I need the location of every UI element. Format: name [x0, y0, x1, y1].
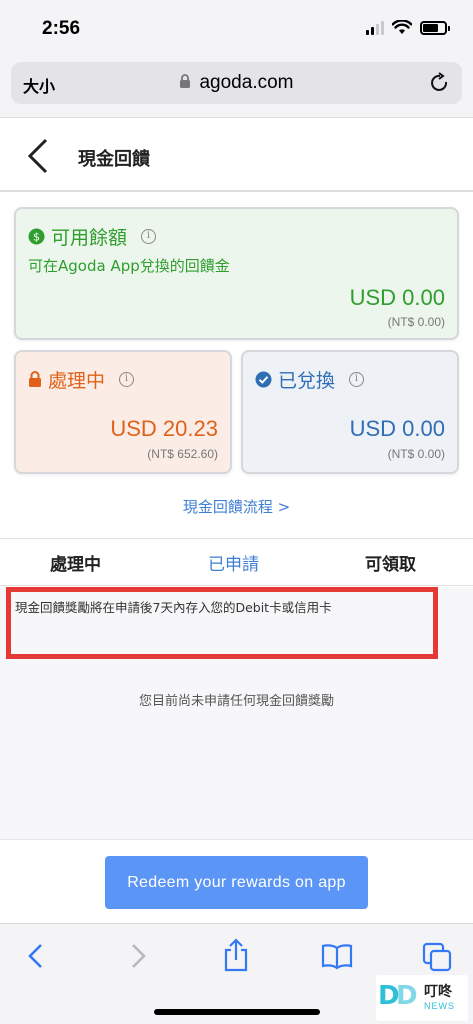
available-balance-local: (NT$ 0.00)	[387, 315, 445, 329]
status-time: 2:56	[42, 18, 81, 39]
available-balance-card: $ 可用餘額 i 可在Agoda App兌換的回饋金 USD 0.00 (NT$…	[14, 207, 459, 340]
redeemed-local: (NT$ 0.00)	[387, 447, 445, 461]
available-balance-header: $ 可用餘額 i	[28, 223, 157, 250]
redeemed-card: 已兌換 i USD 0.00 (NT$ 0.00)	[241, 350, 459, 474]
footer: Redeem your rewards on app	[0, 839, 473, 923]
tabs-icon[interactable]	[422, 942, 452, 972]
page-header: 現金回饋	[0, 118, 473, 192]
lock-icon	[180, 74, 191, 88]
status-icons	[366, 20, 450, 35]
info-icon[interactable]: i	[141, 229, 157, 244]
info-icon[interactable]: i	[349, 372, 365, 387]
processing-header: 處理中 i	[28, 366, 135, 393]
share-icon[interactable]	[223, 938, 249, 972]
processing-card: 處理中 i USD 20.23 (NT$ 652.60)	[14, 350, 232, 474]
reload-icon[interactable]	[430, 72, 450, 94]
status-tabs: 處理中 已申請 可領取	[0, 538, 473, 586]
coins-icon: $	[28, 228, 45, 245]
tab-applied[interactable]: 已申請	[208, 550, 259, 575]
watermark-logo: D D 叮咚 NEWS	[376, 975, 468, 1021]
empty-state-message: 您目前尚未申請任何現金回饋獎勵	[138, 694, 334, 709]
redeemed-amount: USD 0.00	[349, 416, 445, 441]
browser-bar: 大小 agoda.com	[0, 56, 473, 118]
tab-content: 現金回饋獎勵將在申請後7天內存入您的Debit卡或信用卡 您目前尚未申請任何現金…	[0, 587, 473, 839]
wifi-icon	[392, 20, 412, 34]
home-indicator	[154, 1009, 320, 1015]
processing-title: 處理中	[48, 370, 106, 392]
tab-claimable[interactable]: 可領取	[365, 550, 416, 575]
redeemed-title: 已兌換	[278, 370, 336, 392]
watermark-name: 叮咚	[424, 984, 452, 1000]
back-chevron-icon[interactable]	[26, 138, 50, 174]
check-circle-icon	[255, 371, 272, 388]
status-bar: 2:56	[0, 0, 473, 56]
balance-section: $ 可用餘額 i 可在Agoda App兌換的回饋金 USD 0.00 (NT$…	[0, 194, 473, 538]
redeemed-header: 已兌換 i	[255, 366, 365, 393]
back-icon[interactable]	[26, 942, 46, 970]
watermark-sub: NEWS	[424, 1001, 455, 1011]
available-balance-amount: USD 0.00	[349, 285, 445, 310]
info-icon[interactable]: i	[119, 372, 135, 387]
address-bar[interactable]: 大小 agoda.com	[11, 62, 462, 104]
cellular-signal-icon	[366, 20, 384, 35]
cashback-flow-link[interactable]: 現金回饋流程 >	[0, 496, 473, 517]
tab-processing[interactable]: 處理中	[50, 550, 101, 575]
battery-icon	[420, 20, 450, 35]
available-balance-title: 可用餘額	[51, 227, 128, 249]
forward-icon[interactable]	[128, 942, 148, 970]
redeem-rewards-button[interactable]: Redeem your rewards on app	[105, 856, 368, 909]
url-display[interactable]: agoda.com	[11, 72, 462, 94]
highlight-box	[6, 587, 438, 659]
lock-icon	[29, 371, 41, 387]
processing-amount: USD 20.23	[110, 416, 218, 441]
processing-local: (NT$ 652.60)	[147, 447, 218, 461]
url-text: agoda.com	[199, 72, 294, 93]
available-balance-subtitle: 可在Agoda App兌換的回饋金	[28, 257, 230, 275]
bookmarks-icon[interactable]	[321, 942, 353, 970]
svg-text:$: $	[33, 231, 40, 244]
page-title: 現金回饋	[78, 149, 150, 170]
